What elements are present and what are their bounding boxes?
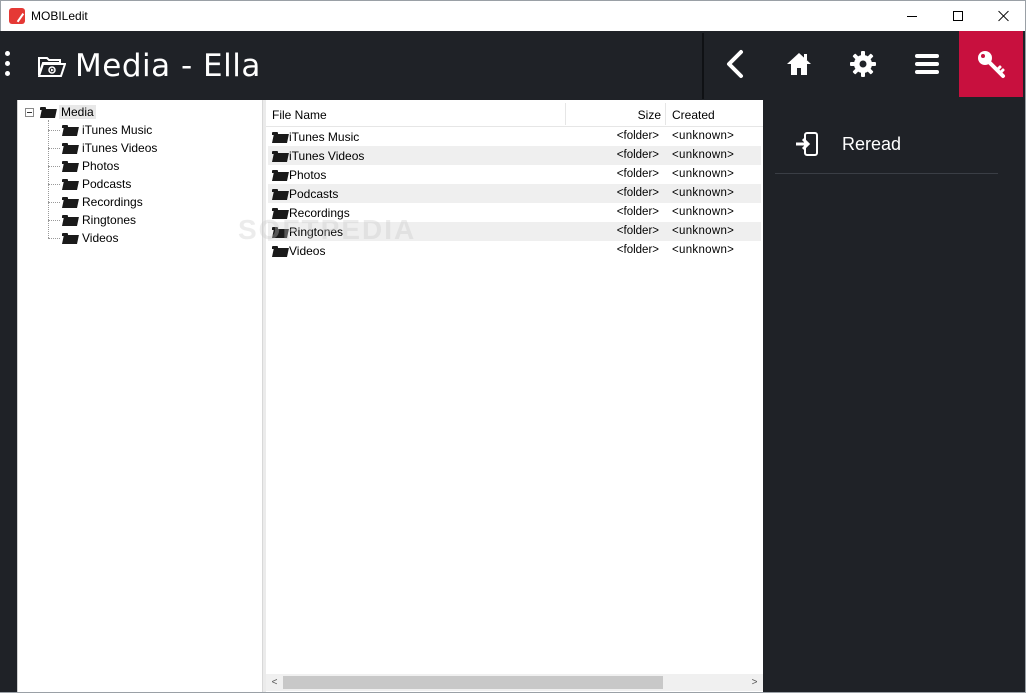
folder-icon [62, 196, 77, 208]
scroll-left-button[interactable]: < [266, 676, 283, 689]
row-created: <unknown> [672, 187, 735, 199]
folder-icon [62, 232, 77, 244]
row-name: Photos [289, 168, 327, 182]
media-folder-icon [38, 57, 66, 77]
tree-item-label: Podcasts [82, 177, 132, 191]
scroll-right-button[interactable]: > [746, 676, 763, 689]
menu-button[interactable] [895, 31, 959, 97]
row-size: <folder> [616, 168, 659, 180]
list-header: File Name Size Created [266, 100, 763, 127]
key-button[interactable] [959, 31, 1023, 97]
row-size: <folder> [616, 225, 659, 237]
tree-item-label: Videos [82, 231, 119, 245]
close-icon [998, 10, 1010, 22]
maximize-icon [953, 11, 963, 21]
watermark: SOFTPEDIA [238, 214, 417, 245]
row-name: iTunes Music [289, 130, 360, 144]
close-button[interactable] [981, 1, 1026, 31]
row-size: <folder> [616, 149, 659, 161]
file-list[interactable]: File Name Size Created iTunes Music <fol… [266, 100, 763, 693]
left-edge-strip [0, 100, 17, 693]
folder-icon [272, 169, 287, 181]
folder-icon [62, 160, 77, 172]
tree-item[interactable]: Videos [48, 230, 118, 246]
tree-item[interactable]: iTunes Music [48, 122, 152, 138]
row-size: <folder> [616, 244, 659, 256]
row-created: <unknown> [672, 149, 735, 161]
folder-icon [272, 131, 287, 143]
row-size: <folder> [616, 187, 659, 199]
row-size: <folder> [616, 206, 659, 218]
row-created: <unknown> [672, 244, 735, 256]
tree-item[interactable]: Ringtones [48, 212, 136, 228]
tree-item-label: iTunes Videos [82, 141, 158, 155]
key-icon [978, 51, 1005, 78]
table-row[interactable]: iTunes Music <folder> <unknown> [268, 127, 761, 146]
folder-icon [62, 142, 77, 154]
window-title: MOBILedit [31, 9, 88, 23]
folder-icon [272, 150, 287, 162]
app-header: Media - Ella [0, 31, 1026, 100]
tree-item[interactable]: Podcasts [48, 176, 131, 192]
folder-icon [40, 106, 55, 118]
window-titlebar: MOBILedit [0, 0, 1026, 31]
maximize-button[interactable] [935, 1, 981, 31]
tree-item-label: Ringtones [82, 213, 137, 227]
table-row[interactable]: Photos <folder> <unknown> [268, 165, 761, 184]
scroll-thumb[interactable] [283, 676, 663, 689]
row-created: <unknown> [672, 225, 735, 237]
back-button[interactable] [703, 31, 767, 97]
row-name: Videos [289, 244, 326, 258]
actions-panel: Reread [763, 100, 1026, 693]
folder-icon [62, 178, 77, 190]
row-created: <unknown> [672, 206, 735, 218]
table-row[interactable]: iTunes Videos <folder> <unknown> [268, 146, 761, 165]
folder-icon [272, 188, 287, 200]
minimize-icon [907, 15, 917, 17]
gear-icon [850, 51, 876, 77]
row-size: <folder> [616, 130, 659, 142]
row-name: Podcasts [289, 187, 339, 201]
column-header-size[interactable]: Size [566, 108, 661, 122]
folder-icon [62, 124, 77, 136]
more-menu-icon[interactable] [5, 51, 13, 81]
collapse-icon[interactable] [25, 107, 34, 117]
page-title: Media - Ella [75, 48, 261, 84]
tree-item-label: iTunes Music [82, 123, 153, 137]
tree-item-label: Recordings [82, 195, 143, 209]
tree-item[interactable]: Photos [48, 158, 119, 174]
reread-icon [796, 132, 818, 156]
column-header-created[interactable]: Created [672, 108, 715, 122]
tree-root-media[interactable]: Media [25, 104, 96, 120]
folder-icon [62, 214, 77, 226]
tree-item[interactable]: Recordings [48, 194, 143, 210]
tree-item[interactable]: iTunes Videos [48, 140, 157, 156]
minimize-button[interactable] [889, 1, 935, 31]
tree-root-label: Media [59, 105, 96, 119]
row-created: <unknown> [672, 130, 735, 142]
folder-icon [272, 245, 287, 257]
column-header-name[interactable]: File Name [272, 108, 327, 122]
tree-item-label: Photos [82, 159, 120, 173]
horizontal-scrollbar[interactable]: < > [266, 674, 763, 691]
app-logo-icon [9, 8, 25, 24]
home-button[interactable] [767, 31, 831, 97]
reread-button[interactable]: Reread [775, 122, 998, 174]
table-row[interactable]: Podcasts <folder> <unknown> [268, 184, 761, 203]
row-created: <unknown> [672, 168, 735, 180]
chevron-left-icon [727, 50, 743, 78]
reread-label: Reread [842, 134, 902, 154]
settings-button[interactable] [831, 31, 895, 97]
hamburger-icon [915, 54, 939, 74]
home-icon [787, 53, 811, 75]
row-name: iTunes Videos [289, 149, 365, 163]
column-separator[interactable] [665, 103, 666, 125]
